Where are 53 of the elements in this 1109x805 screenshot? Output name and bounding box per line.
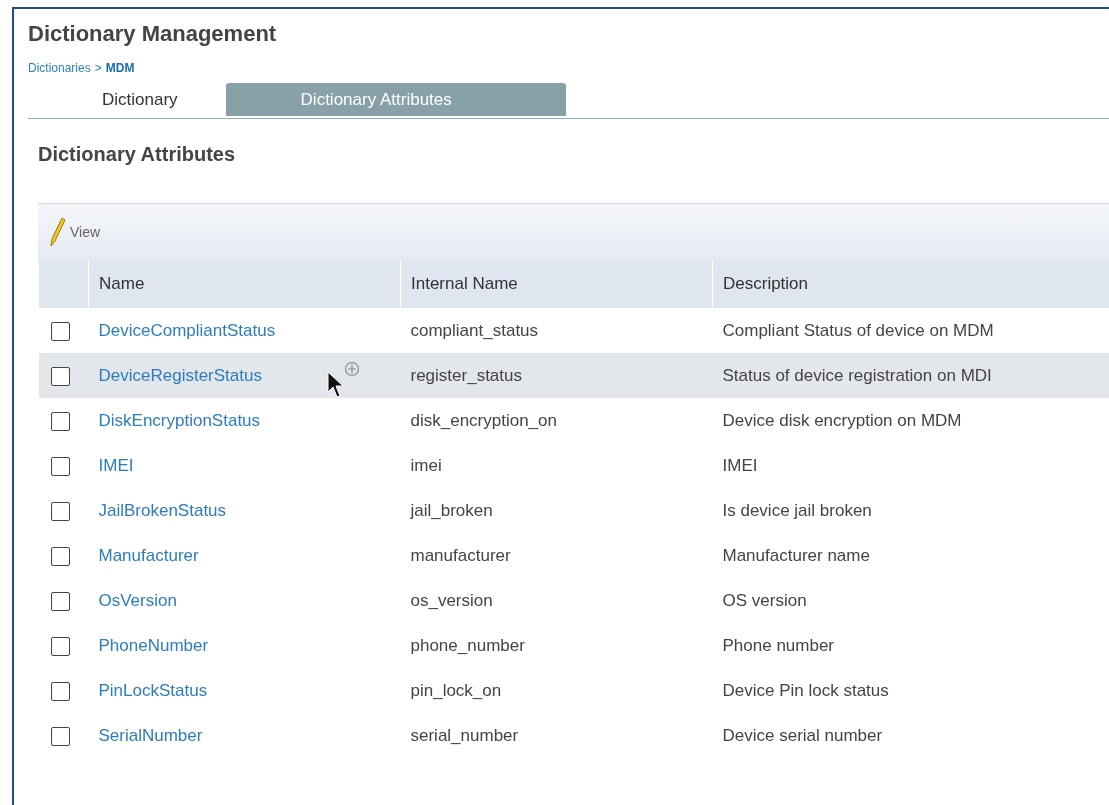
- row-checkbox[interactable]: [50, 546, 70, 566]
- row-checkbox[interactable]: [50, 321, 70, 341]
- table-cell-text: manufacturer: [409, 544, 512, 567]
- table-cell-text: Is device jail broken: [721, 499, 873, 522]
- table-cell: compliant_status: [400, 308, 713, 353]
- page-title: Dictionary Management: [28, 21, 278, 47]
- attribute-link[interactable]: SerialNumber: [98, 725, 203, 745]
- tab[interactable]: Dictionary: [28, 83, 196, 118]
- attribute-link[interactable]: OsVersion: [98, 590, 177, 610]
- table-cell: Status of device registration on MDI: [712, 353, 1109, 398]
- row-checkbox[interactable]: [50, 366, 70, 386]
- table-cell-text: OS version: [721, 589, 808, 612]
- attribute-link[interactable]: IMEI: [98, 455, 134, 475]
- table-cell-text: IMEI: [721, 454, 759, 477]
- table-cell: register_status: [400, 353, 713, 398]
- table-cell-text: imei: [409, 454, 443, 477]
- breadcrumb-link[interactable]: Dictionaries: [28, 61, 91, 75]
- row-checkbox[interactable]: [50, 411, 70, 431]
- table-cell-text: os_version: [409, 589, 494, 612]
- expand-icon[interactable]: [343, 361, 360, 377]
- attribute-link[interactable]: PinLockStatus: [98, 680, 208, 700]
- attribute-link[interactable]: DiskEncryptionStatus: [98, 410, 261, 430]
- table-cell-text: phone_number: [409, 634, 526, 657]
- table-cell: Compliant Status of device on MDM: [712, 308, 1109, 353]
- row-checkbox[interactable]: [50, 636, 70, 656]
- breadcrumb-current: MDM: [105, 61, 135, 75]
- table-cell: Device disk encryption on MDM: [712, 398, 1109, 443]
- column-header[interactable]: Description: [712, 260, 1109, 308]
- table-cell-text: Device Pin lock status: [721, 679, 890, 702]
- attribute-link[interactable]: DeviceRegisterStatus: [98, 365, 262, 385]
- row-checkbox[interactable]: [50, 681, 70, 701]
- row-checkbox[interactable]: [50, 501, 70, 521]
- table-cell-text: Manufacturer name: [721, 544, 871, 567]
- column-header[interactable]: Name: [88, 260, 401, 308]
- attribute-link[interactable]: PhoneNumber: [98, 635, 209, 655]
- table-cell-text: pin_lock_on: [409, 679, 503, 702]
- attribute-link[interactable]: Manufacturer: [98, 545, 199, 565]
- table-cell-text: Device serial number: [721, 724, 884, 747]
- view-button[interactable]: View: [50, 217, 101, 247]
- table-cell-text: serial_number: [409, 724, 520, 747]
- attribute-link[interactable]: JailBrokenStatus: [98, 500, 227, 520]
- tab[interactable]: Dictionary Attributes: [225, 83, 566, 116]
- row-checkbox[interactable]: [50, 456, 70, 476]
- column-header[interactable]: Internal Name: [400, 260, 713, 308]
- pencil-icon: [50, 217, 66, 247]
- attribute-link[interactable]: DeviceCompliantStatus: [98, 320, 276, 340]
- section-title: Dictionary Attributes: [38, 143, 237, 167]
- row-checkbox[interactable]: [50, 726, 70, 746]
- table-cell-text: jail_broken: [409, 499, 494, 522]
- row-checkbox[interactable]: [50, 591, 70, 611]
- table-cell-text: Phone number: [721, 634, 836, 657]
- breadcrumb-separator: >: [94, 61, 102, 75]
- table-cell: disk_encryption_on: [400, 398, 713, 443]
